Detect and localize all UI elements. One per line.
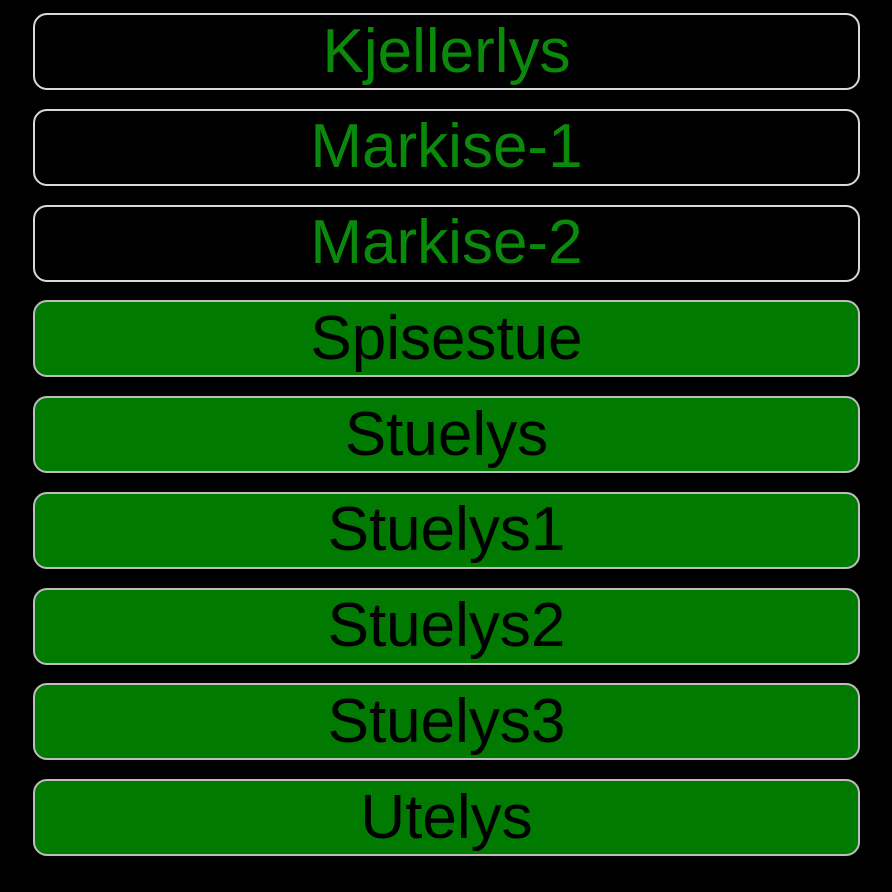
switch-button-stuelys1[interactable]: Stuelys1 xyxy=(33,491,860,569)
switch-button-stuelys3[interactable]: Stuelys3 xyxy=(33,683,860,761)
switch-label: Markise-1 xyxy=(310,112,583,182)
switch-label: Stuelys3 xyxy=(327,686,566,756)
switch-button-markise-1[interactable]: Markise-1 xyxy=(33,108,860,186)
switch-button-markise-2[interactable]: Markise-2 xyxy=(33,204,860,282)
switch-label: Kjellerlys xyxy=(322,16,571,86)
switch-label: Utelys xyxy=(360,782,533,852)
switch-label: Stuelys2 xyxy=(327,591,566,660)
switch-label: Spisestue xyxy=(310,303,583,373)
switch-label: Stuelys xyxy=(344,399,549,469)
switch-label: Stuelys1 xyxy=(327,495,566,565)
switch-button-kjellerlys[interactable]: Kjellerlys xyxy=(33,13,860,90)
switch-button-utelys[interactable]: Utelys xyxy=(33,779,860,856)
switch-button-stuelys2[interactable]: Stuelys2 xyxy=(33,587,860,665)
switch-button-spisestue[interactable]: Spisestue xyxy=(33,300,860,378)
switch-list: Kjellerlys Markise-1 Markise-2 Spisestue… xyxy=(33,13,860,875)
switch-button-stuelys[interactable]: Stuelys xyxy=(33,396,860,473)
switch-label: Markise-2 xyxy=(310,208,583,277)
